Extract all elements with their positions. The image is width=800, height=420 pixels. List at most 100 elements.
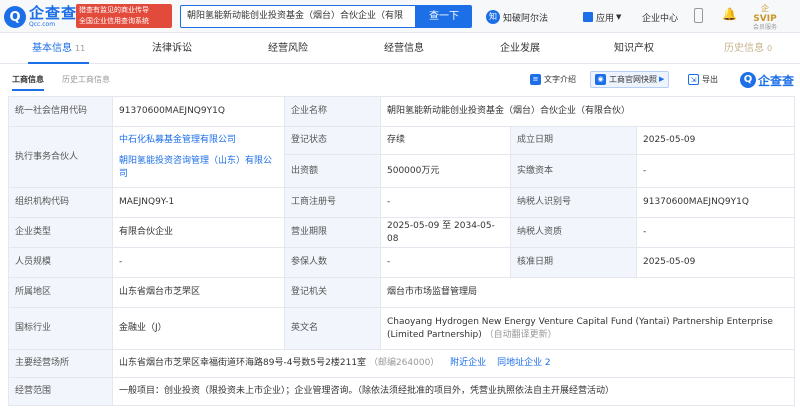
partner-label: 执行事务合伙人: [8, 126, 113, 188]
watermark-logo: Q 企查查: [740, 71, 794, 89]
founded-label: 成立日期: [510, 126, 637, 155]
camera-icon: ◉: [595, 74, 606, 85]
reg-no-value: -: [380, 187, 511, 218]
logo-icon: Q: [740, 72, 756, 88]
svip-sub: 会员服务: [752, 24, 777, 31]
address-label: 主要经营场所: [8, 349, 113, 378]
table-row: 人员规模 - 参保人数 - 核准日期 2025-05-09: [8, 247, 796, 278]
staff-size-value: -: [112, 247, 285, 278]
phone-icon[interactable]: [694, 8, 703, 23]
tab-basic-info[interactable]: 基本信息 11: [27, 34, 90, 64]
text-intro-button[interactable]: ≡ 文字介绍: [530, 71, 576, 88]
paid-capital-label: 实缴资本: [510, 154, 637, 188]
subtab-history-business-info[interactable]: 历史工商信息: [62, 74, 110, 86]
snapshot-label: 工商官网快照: [609, 75, 657, 84]
tab-label: 历史信息: [724, 43, 764, 54]
insured-label: 参保人数: [284, 247, 381, 278]
tax-qual-value: -: [635, 217, 796, 248]
subtab-business-info[interactable]: 工商信息: [12, 74, 44, 91]
term-label: 营业期限: [284, 217, 381, 248]
org-code-label: 组织机构代码: [8, 187, 113, 218]
search-input[interactable]: 朝阳氢能新动能创业投资基金（烟台）合伙企业（有限: [180, 5, 416, 28]
status-value: 存续: [380, 126, 511, 155]
app-grid-icon: [583, 12, 593, 22]
industry-label: 国标行业: [8, 307, 113, 350]
app-menu[interactable]: 应用 ▼: [583, 8, 621, 26]
table-row: 统一社会信用代码 91370600MAEJNQ9Y1Q 企业名称 朝阳氢能新动能…: [8, 96, 796, 127]
search-button[interactable]: 查一下: [416, 5, 472, 28]
export-button[interactable]: ⇲ 导出: [688, 71, 718, 88]
table-row: 执行事务合伙人 中石化私募基金管理有限公司 朝阳氢能投资咨询管理（山东）有限公司…: [8, 126, 796, 188]
uscc-value: 91370600MAEJNQ9Y1Q: [112, 96, 285, 127]
region-label: 所属地区: [8, 277, 113, 308]
zhi-label: 知破阿尔法: [503, 13, 549, 24]
tab-label: 基本信息: [32, 43, 72, 54]
tab-history[interactable]: 历史信息 0: [724, 34, 772, 64]
staff-size-label: 人员规模: [8, 247, 113, 278]
partner-link-2[interactable]: 朝阳氢能投资咨询管理（山东）有限公司: [119, 155, 278, 181]
sub-bar: 工商信息 历史工商信息 ≡ 文字介绍 ◉ 工商官网快照 ▶ ⇲ 导出 Q 企查查: [0, 66, 800, 94]
business-info-table: 统一社会信用代码 91370600MAEJNQ9Y1Q 企业名称 朝阳氢能新动能…: [8, 96, 796, 406]
same-address-link[interactable]: 同地址企业 2: [497, 358, 551, 368]
scope-label: 经营范围: [8, 377, 113, 406]
promo-badge[interactable]: 猎查有监见的商业传导 全国企业信用查询系统: [76, 4, 172, 28]
approve-date-value: 2025-05-09: [635, 247, 796, 278]
authority-value: 烟台市市场监督管理局: [379, 277, 796, 308]
tax-id-value: 91370600MAEJNQ9Y1Q: [635, 187, 796, 218]
export-label: 导出: [702, 75, 718, 84]
table-row: 组织机构代码 MAEJNQ9Y-1 工商注册号 - 纳税人识别号 9137060…: [8, 187, 796, 218]
tab-ip[interactable]: 知识产权: [614, 34, 654, 64]
scope-value: 一般项目：创业投资（限投资未上市企业）；企业管理咨询。（除依法须经批准的项目外，…: [111, 377, 796, 406]
logo-name: 企查查: [758, 73, 795, 88]
svip-button[interactable]: 企 SVIP 会员服务: [748, 4, 782, 31]
english-name-value: Chaoyang Hydrogen New Energy Venture Cap…: [387, 316, 773, 340]
industry-value: 金融业（J）: [112, 307, 285, 350]
partner-cell: 中石化私募基金管理有限公司 朝阳氢能投资咨询管理（山东）有限公司: [112, 126, 285, 188]
snapshot-button[interactable]: ◉ 工商官网快照 ▶: [590, 71, 670, 88]
english-name-label: 英文名: [284, 307, 381, 350]
table-row: 经营范围 一般项目：创业投资（限投资未上市企业）；企业管理咨询。（除依法须经批准…: [8, 377, 796, 406]
tab-label: 企业发展: [500, 43, 540, 54]
tab-risk[interactable]: 经营风险: [268, 34, 308, 64]
tab-label: 经营信息: [384, 43, 424, 54]
tab-count: 11: [75, 44, 86, 53]
tab-lawsuits[interactable]: 法律诉讼: [152, 34, 192, 64]
english-name-cell: Chaoyang Hydrogen New Energy Venture Cap…: [379, 307, 796, 350]
status-label: 登记状态: [284, 126, 381, 155]
tab-label: 知识产权: [614, 43, 654, 54]
tab-development[interactable]: 企业发展: [500, 34, 540, 64]
tab-label: 经营风险: [268, 43, 308, 54]
export-icon: ⇲: [688, 74, 699, 85]
partner-link-1[interactable]: 中石化私募基金管理有限公司: [119, 134, 278, 147]
main-tabs: 基本信息 11 法律诉讼 经营风险 经营信息 企业发展 知识产权 历史信息 0: [0, 34, 800, 64]
postcode-value: （邮编264000）: [368, 358, 440, 368]
capital-label: 出资额: [284, 154, 381, 188]
table-row: 国标行业 金融业（J） 英文名 Chaoyang Hydrogen New En…: [8, 307, 796, 350]
text-intro-label: 文字介绍: [544, 75, 576, 84]
user-center-link[interactable]: 企业中心: [642, 11, 678, 24]
company-name-label: 企业名称: [284, 96, 381, 127]
table-row: 所属地区 山东省烟台市芝罘区 登记机关 烟台市市场监督管理局: [8, 277, 796, 308]
bell-icon[interactable]: 🔔: [722, 7, 737, 21]
app-label: 应用: [596, 13, 615, 24]
table-row: 主要经营场所 山东省烟台市芝罘区幸福街道环海路89号-4号数5号2楼211室 （…: [8, 349, 796, 378]
promo-line-1: 猎查有监见的商业传导: [79, 6, 149, 14]
approve-date-label: 核准日期: [510, 247, 637, 278]
org-code-value: MAEJNQ9Y-1: [112, 187, 285, 218]
site-logo[interactable]: Q 企查查 Qcc.com: [4, 5, 77, 29]
founded-value: 2025-05-09: [635, 126, 796, 155]
paid-capital-value: -: [635, 154, 796, 188]
chevron-down-icon: ▼: [616, 13, 622, 21]
nearby-companies-link[interactable]: 附近企业: [450, 358, 486, 368]
logo-name: 企查查: [29, 4, 78, 22]
top-bar: Q 企查查 Qcc.com 猎查有监见的商业传导 全国企业信用查询系统 朝阳氢能…: [0, 0, 800, 33]
svip-label: SVIP: [753, 14, 777, 24]
zhi-alpha-link[interactable]: 知 知破阿尔法: [486, 8, 548, 26]
auto-translate-note: （自动翻译更新）: [484, 329, 557, 340]
tab-operation[interactable]: 经营信息: [384, 34, 424, 64]
address-value: 山东省烟台市芝罘区幸福街道环海路89号-4号数5号2楼211室: [119, 358, 367, 368]
doc-icon: ≡: [530, 74, 541, 85]
region-value: 山东省烟台市芝罘区: [112, 277, 285, 308]
term-value: 2025-05-09 至 2034-05-08: [380, 217, 511, 248]
company-name-value: 朝阳氢能新动能创业投资基金（烟台）合伙企业（有限合伙）: [379, 96, 796, 127]
